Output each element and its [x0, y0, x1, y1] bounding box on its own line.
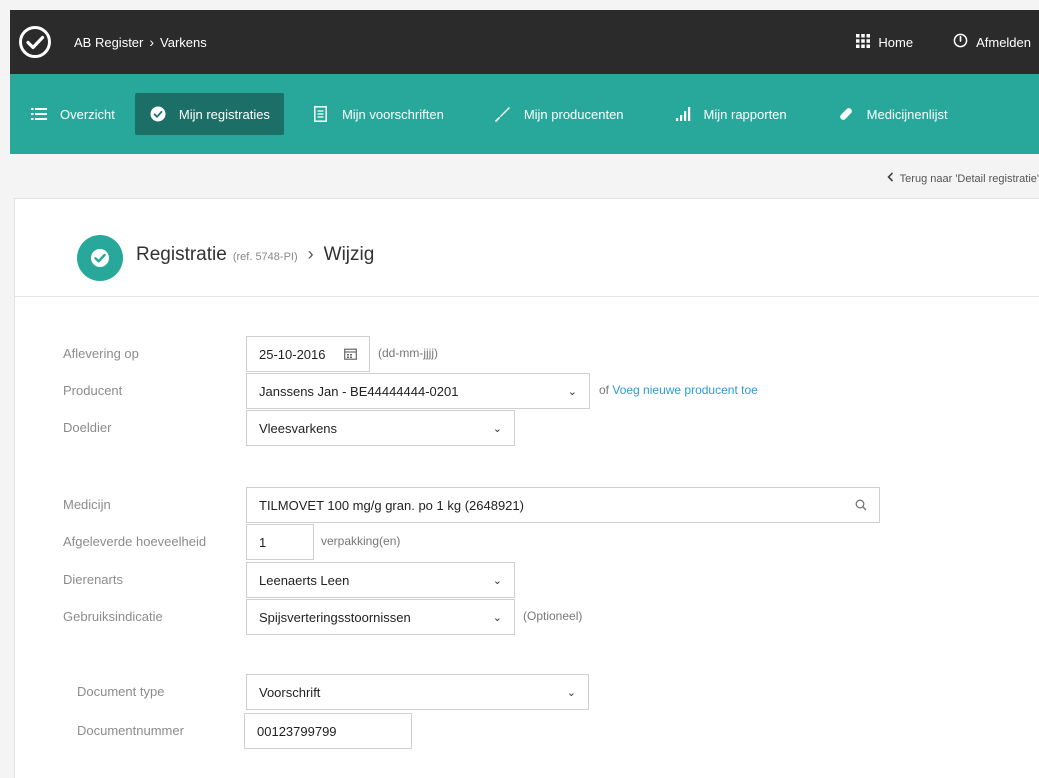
date-value: 25-10-2016	[259, 346, 326, 362]
doctype-value: Voorschrift	[259, 684, 321, 700]
row-doeldier: Doeldier Vleesvarkens ⌄	[15, 410, 1039, 446]
quantity-input[interactable]: 1	[246, 524, 314, 560]
chevron-left-icon	[887, 172, 894, 185]
nav-label: Overzicht	[60, 106, 115, 122]
back-link-label: Terug naar 'Detail registratie'	[899, 172, 1039, 185]
top-bar: AB Register › Varkens Home Afmelden	[10, 10, 1039, 74]
breadcrumb-current: Varkens	[160, 34, 207, 50]
chevron-down-icon: ⌄	[492, 611, 502, 624]
breadcrumb-root[interactable]: AB Register	[74, 35, 143, 50]
indicatie-select[interactable]: Spijsverteringsstoornissen ⌄	[246, 599, 515, 635]
chevron-down-icon: ⌄	[492, 574, 502, 587]
medicijn-search-input[interactable]: TILMOVET 100 mg/g gran. po 1 kg (2648921…	[246, 487, 880, 523]
doeldier-select[interactable]: Vleesvarkens ⌄	[246, 410, 515, 446]
doctype-select[interactable]: Voorschrift ⌄	[246, 674, 589, 710]
back-row: Terug naar 'Detail registratie'	[10, 154, 1039, 198]
row-indicatie: Gebruiksindicatie Spijsverteringsstoorni…	[15, 599, 1039, 635]
dierenarts-value: Leenaerts Leen	[259, 572, 350, 588]
row-dierenarts: Dierenarts Leenaerts Leen ⌄	[15, 562, 1039, 598]
label-doeldier: Doeldier	[63, 420, 112, 435]
date-input[interactable]: 25-10-2016	[246, 336, 370, 372]
check-circle-icon	[149, 105, 167, 123]
search-icon[interactable]	[855, 499, 867, 511]
label-indicatie: Gebruiksindicatie	[63, 609, 163, 624]
row-producent: Producent Janssens Jan - BE44444444-0201…	[15, 373, 1039, 409]
nav-item-mijn-rapporten[interactable]: Mijn rapporten	[660, 93, 801, 135]
add-producent-text: of Voeg nieuwe producent toe	[599, 383, 758, 397]
row-doctype: Document type Voorschrift ⌄	[15, 674, 1039, 710]
row-aflevering: Aflevering op 25-10-2016 (dd-mm-jjjj)	[15, 336, 1039, 372]
nav-label: Mijn voorschriften	[341, 106, 444, 122]
page-title-ref: (ref. 5748-PI)	[232, 251, 298, 263]
page-title-main: Registratie	[136, 244, 227, 265]
nav-item-mijn-voorschriften[interactable]: Mijn voorschriften	[298, 93, 458, 135]
home-button[interactable]: Home	[856, 33, 914, 51]
nav-item-medicijnenlijst[interactable]: Medicijnenlijst	[823, 93, 962, 135]
nav-label: Medicijnenlijst	[866, 106, 948, 122]
breadcrumb-chevron-icon: ›	[149, 34, 155, 50]
bar-chart-icon	[674, 105, 692, 123]
panel-header: Registratie (ref. 5748-PI) › Wijzig	[15, 199, 1039, 297]
producent-select[interactable]: Janssens Jan - BE44444444-0201 ⌄	[246, 373, 590, 409]
app-logo-check-icon[interactable]	[16, 23, 54, 61]
nav-label: Mijn rapporten	[703, 106, 787, 122]
or-text: of	[599, 383, 610, 397]
row-docnummer: Documentnummer 00123799799	[15, 713, 1039, 749]
chevron-down-icon: ⌄	[566, 686, 576, 699]
label-medicijn: Medicijn	[63, 497, 111, 512]
pill-icon	[837, 105, 855, 123]
label-producent: Producent	[63, 383, 123, 398]
quantity-unit: verpakking(en)	[321, 534, 401, 548]
chevron-down-icon: ⌄	[567, 385, 577, 398]
medicijn-value: TILMOVET 100 mg/g gran. po 1 kg (2648921…	[259, 497, 524, 513]
quantity-value: 1	[259, 534, 267, 550]
syringe-icon	[494, 105, 512, 123]
edit-panel: Registratie (ref. 5748-PI) › Wijzig Afle…	[14, 198, 1039, 778]
nav-label: Mijn registraties	[178, 106, 270, 122]
nav-item-overzicht[interactable]: Overzicht	[16, 93, 129, 135]
chevron-down-icon: ⌄	[492, 422, 502, 435]
label-hoeveelheid: Afgeleverde hoeveelheid	[63, 534, 207, 549]
logout-button[interactable]: Afmelden	[953, 33, 1031, 51]
page-title-sub: Wijzig	[323, 244, 375, 265]
document-icon	[312, 105, 330, 123]
calendar-icon[interactable]	[344, 348, 357, 360]
docnummer-input[interactable]: 00123799799	[244, 713, 412, 749]
row-hoeveelheid: Afgeleverde hoeveelheid 1 verpakking(en)	[15, 524, 1039, 560]
nav-item-mijn-registraties[interactable]: Mijn registraties	[134, 93, 284, 135]
main-nav: Overzicht Mijn registraties Mijn voorsch…	[10, 74, 1039, 154]
logout-label: Afmelden	[976, 34, 1031, 50]
producent-value: Janssens Jan - BE44444444-0201	[259, 383, 459, 399]
nav-item-mijn-producenten[interactable]: Mijn producenten	[480, 93, 638, 135]
optional-hint: (Optioneel)	[523, 609, 583, 623]
label-docnummer: Documentnummer	[77, 723, 184, 738]
title-chevron-icon: ›	[307, 244, 314, 264]
grid-icon	[856, 33, 871, 51]
home-label: Home	[878, 34, 914, 50]
back-link[interactable]: Terug naar 'Detail registratie'	[887, 172, 1039, 185]
dierenarts-select[interactable]: Leenaerts Leen ⌄	[246, 562, 515, 598]
indicatie-value: Spijsverteringsstoornissen	[259, 609, 411, 625]
power-icon	[953, 33, 968, 51]
docnummer-value: 00123799799	[257, 723, 337, 739]
date-format-hint: (dd-mm-jjjj)	[378, 346, 438, 360]
list-icon	[30, 105, 48, 123]
add-producent-link[interactable]: Voeg nieuwe producent toe	[612, 383, 757, 397]
label-dierenarts: Dierenarts	[63, 572, 123, 587]
label-aflevering: Aflevering op	[63, 346, 139, 361]
doeldier-value: Vleesvarkens	[259, 420, 338, 436]
label-doctype: Document type	[77, 684, 165, 699]
check-badge-icon	[77, 235, 123, 281]
row-medicijn: Medicijn TILMOVET 100 mg/g gran. po 1 kg…	[15, 487, 1039, 523]
page-title: Registratie (ref. 5748-PI) › Wijzig	[136, 244, 374, 266]
nav-label: Mijn producenten	[523, 106, 624, 122]
breadcrumb: AB Register › Varkens	[74, 34, 207, 50]
